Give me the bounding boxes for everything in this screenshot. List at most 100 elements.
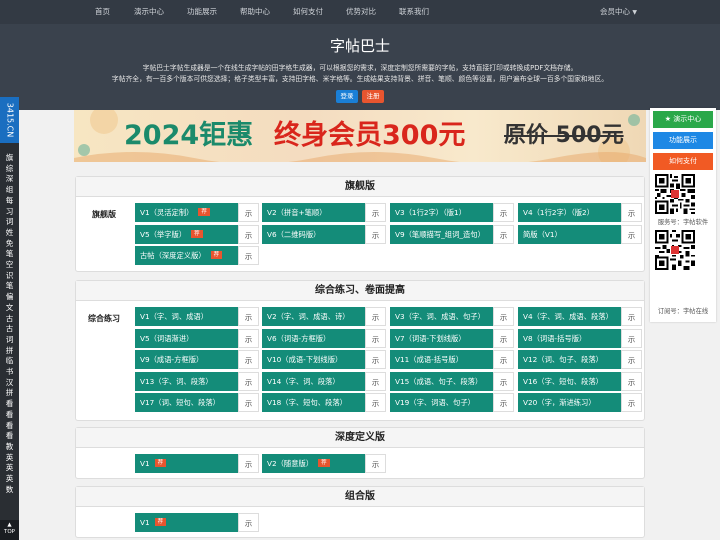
features-button[interactable]: 功能展示	[653, 132, 713, 149]
demo-center-button[interactable]: ★ 演示中心	[653, 111, 713, 128]
nav-features[interactable]: 功能展示	[187, 0, 217, 24]
version-button[interactable]: V9（笔顺描写_组词_造句）	[390, 224, 493, 244]
login-button[interactable]: 登录	[336, 90, 358, 103]
sample-button[interactable]: 示	[365, 393, 386, 412]
version-button[interactable]: V1 荐	[135, 513, 238, 532]
version-label: V1（字、词、成语）	[140, 312, 209, 321]
sidebar-category-list[interactable]: 旗综深组每习词姓免笔空识笔偏文古古词拼临书汉拼看看看看教英英英数	[2, 153, 17, 496]
version-label: V10（成语-下划线版）	[267, 355, 343, 364]
back-to-top-button[interactable]: ▲ TOP	[0, 520, 19, 540]
version-label: V18（字、短句、段落）	[267, 398, 347, 407]
sample-button[interactable]: 示	[238, 454, 259, 473]
version-button[interactable]: V15（成语、句子、段落）	[390, 371, 493, 391]
version-label: V2（随意版）	[267, 459, 314, 468]
version-item: V1 荐 示	[135, 454, 259, 473]
nav-compare[interactable]: 优势对比	[346, 0, 376, 24]
sample-button[interactable]: 示	[493, 307, 514, 326]
sample-button[interactable]: 示	[365, 307, 386, 326]
version-label: V9（笔顺描写_组词_造句）	[395, 229, 485, 239]
sample-button[interactable]: 示	[621, 307, 642, 326]
sample-button[interactable]: 示	[621, 224, 642, 244]
version-button[interactable]: V11（成语-括号版）	[390, 350, 493, 369]
version-button[interactable]: V5（举字版） 荐	[135, 224, 238, 244]
version-item: V1（字、词、成语） 示	[135, 307, 259, 326]
sample-button[interactable]: 示	[493, 203, 514, 222]
sample-button[interactable]: 示	[365, 203, 386, 222]
sample-button[interactable]: 示	[493, 350, 514, 369]
sample-button[interactable]: 示	[365, 224, 386, 244]
sample-button[interactable]: 示	[365, 350, 386, 369]
nav-demo[interactable]: 演示中心	[134, 0, 164, 24]
version-button[interactable]: V8（词语-括号版）	[518, 328, 621, 348]
version-button[interactable]: V3（1行2字）（版1）	[390, 203, 493, 222]
sample-button[interactable]: 示	[621, 328, 642, 348]
version-button[interactable]: V3（字、词、成语、句子）	[390, 307, 493, 326]
version-button[interactable]: V10（成语-下划线版）	[262, 350, 365, 369]
nav-member-center[interactable]: 会员中心 ▼	[600, 0, 637, 24]
version-button[interactable]: V5（词语渐进）	[135, 328, 238, 348]
version-button[interactable]: V16（字、短句、段落）	[518, 371, 621, 391]
sample-button[interactable]: 示	[621, 371, 642, 391]
nav-help[interactable]: 帮助中心	[240, 0, 270, 24]
version-button[interactable]: V6（词语-方框版）	[262, 328, 365, 348]
version-button[interactable]: V1（字、词、成语）	[135, 307, 238, 326]
version-button[interactable]: V9（成语-方框版）	[135, 350, 238, 369]
version-button[interactable]: V18（字、短句、段落）	[262, 393, 365, 412]
version-button[interactable]: V20（字，渐进练习）	[518, 393, 621, 412]
nav-home[interactable]: 首页	[95, 0, 110, 24]
sample-button[interactable]: 示	[238, 246, 259, 265]
version-item: V2（字、词、成语、诗） 示	[262, 307, 386, 326]
version-button[interactable]: 古帖（深度定义版） 荐	[135, 246, 238, 265]
version-button[interactable]: V6（二维码版）	[262, 224, 365, 244]
nav-pay[interactable]: 如何支付	[293, 0, 323, 24]
version-button[interactable]: V12（词、句子、段落）	[518, 350, 621, 369]
sample-button[interactable]: 示	[238, 513, 259, 532]
sample-button[interactable]: 示	[365, 328, 386, 348]
version-label: V2（拼音+笔顺）	[267, 208, 327, 217]
sample-button[interactable]: 示	[238, 307, 259, 326]
section-title: 旗舰版	[76, 177, 644, 197]
version-item: V4（字、词、成语、段落） 示	[518, 307, 642, 326]
version-button[interactable]: V2（拼音+笔顺）	[262, 203, 365, 222]
section-card: 旗舰版 旗舰版 V1（灵活定制）荐示 V2（拼音+笔顺）示 V3（1行2字）（版1）示 V…	[75, 176, 645, 272]
sample-button[interactable]: 示	[238, 371, 259, 391]
sample-button[interactable]: 示	[621, 393, 642, 412]
version-button[interactable]: V19（字、词语、句子）	[390, 393, 493, 412]
version-button[interactable]: V4（1行2字）（版2）	[518, 203, 621, 222]
version-button[interactable]: V4（字、词、成语、段落）	[518, 307, 621, 326]
pay-button[interactable]: 如何支付	[653, 153, 713, 170]
sample-button[interactable]: 示	[365, 454, 386, 473]
nav-contact[interactable]: 联系我们	[399, 0, 429, 24]
version-button[interactable]: V1 荐	[135, 454, 238, 473]
version-button[interactable]: V17（词、短句、段落）	[135, 393, 238, 412]
sample-button[interactable]: 示	[621, 350, 642, 369]
version-button[interactable]: V2（随意版） 荐	[262, 454, 365, 473]
version-button[interactable]: V2（字、词、成语、诗）	[262, 307, 365, 326]
version-button[interactable]: 简版（V1）	[518, 224, 621, 244]
sample-button[interactable]: 示	[493, 224, 514, 244]
sample-button[interactable]: 示	[493, 371, 514, 391]
version-item: V6（词语-方框版） 示	[262, 328, 386, 348]
sample-button[interactable]: 示	[238, 224, 259, 244]
version-button[interactable]: V7（词语-下划线版）	[390, 328, 493, 348]
sample-button[interactable]: 示	[238, 393, 259, 412]
sample-button[interactable]: 示	[493, 328, 514, 348]
sample-button[interactable]: 示	[238, 350, 259, 369]
sample-button[interactable]: 示	[493, 393, 514, 412]
version-label: V19（字、词语、句子）	[395, 398, 475, 407]
promo-banner[interactable]: 2024钜惠 终身会员300元 原价 500元	[74, 110, 646, 162]
version-label: V6（词语-方框版）	[267, 333, 331, 343]
version-label: V1	[140, 518, 150, 527]
sample-button[interactable]: 示	[365, 371, 386, 391]
qr-icon	[655, 230, 695, 270]
site-domain[interactable]: 3415.CN	[0, 97, 19, 143]
version-label: V9（成语-方框版）	[140, 355, 204, 364]
version-button[interactable]: V14（字、词、段落）	[262, 371, 365, 391]
sample-button[interactable]: 示	[621, 203, 642, 222]
version-button[interactable]: V1（灵活定制） 荐	[135, 203, 238, 222]
sample-button[interactable]: 示	[238, 328, 259, 348]
sample-button[interactable]: 示	[238, 203, 259, 222]
register-button[interactable]: 注册	[362, 90, 384, 103]
version-button[interactable]: V13（字、词、段落）	[135, 371, 238, 391]
service-account-label: 服务号：字帖软件	[657, 219, 709, 226]
